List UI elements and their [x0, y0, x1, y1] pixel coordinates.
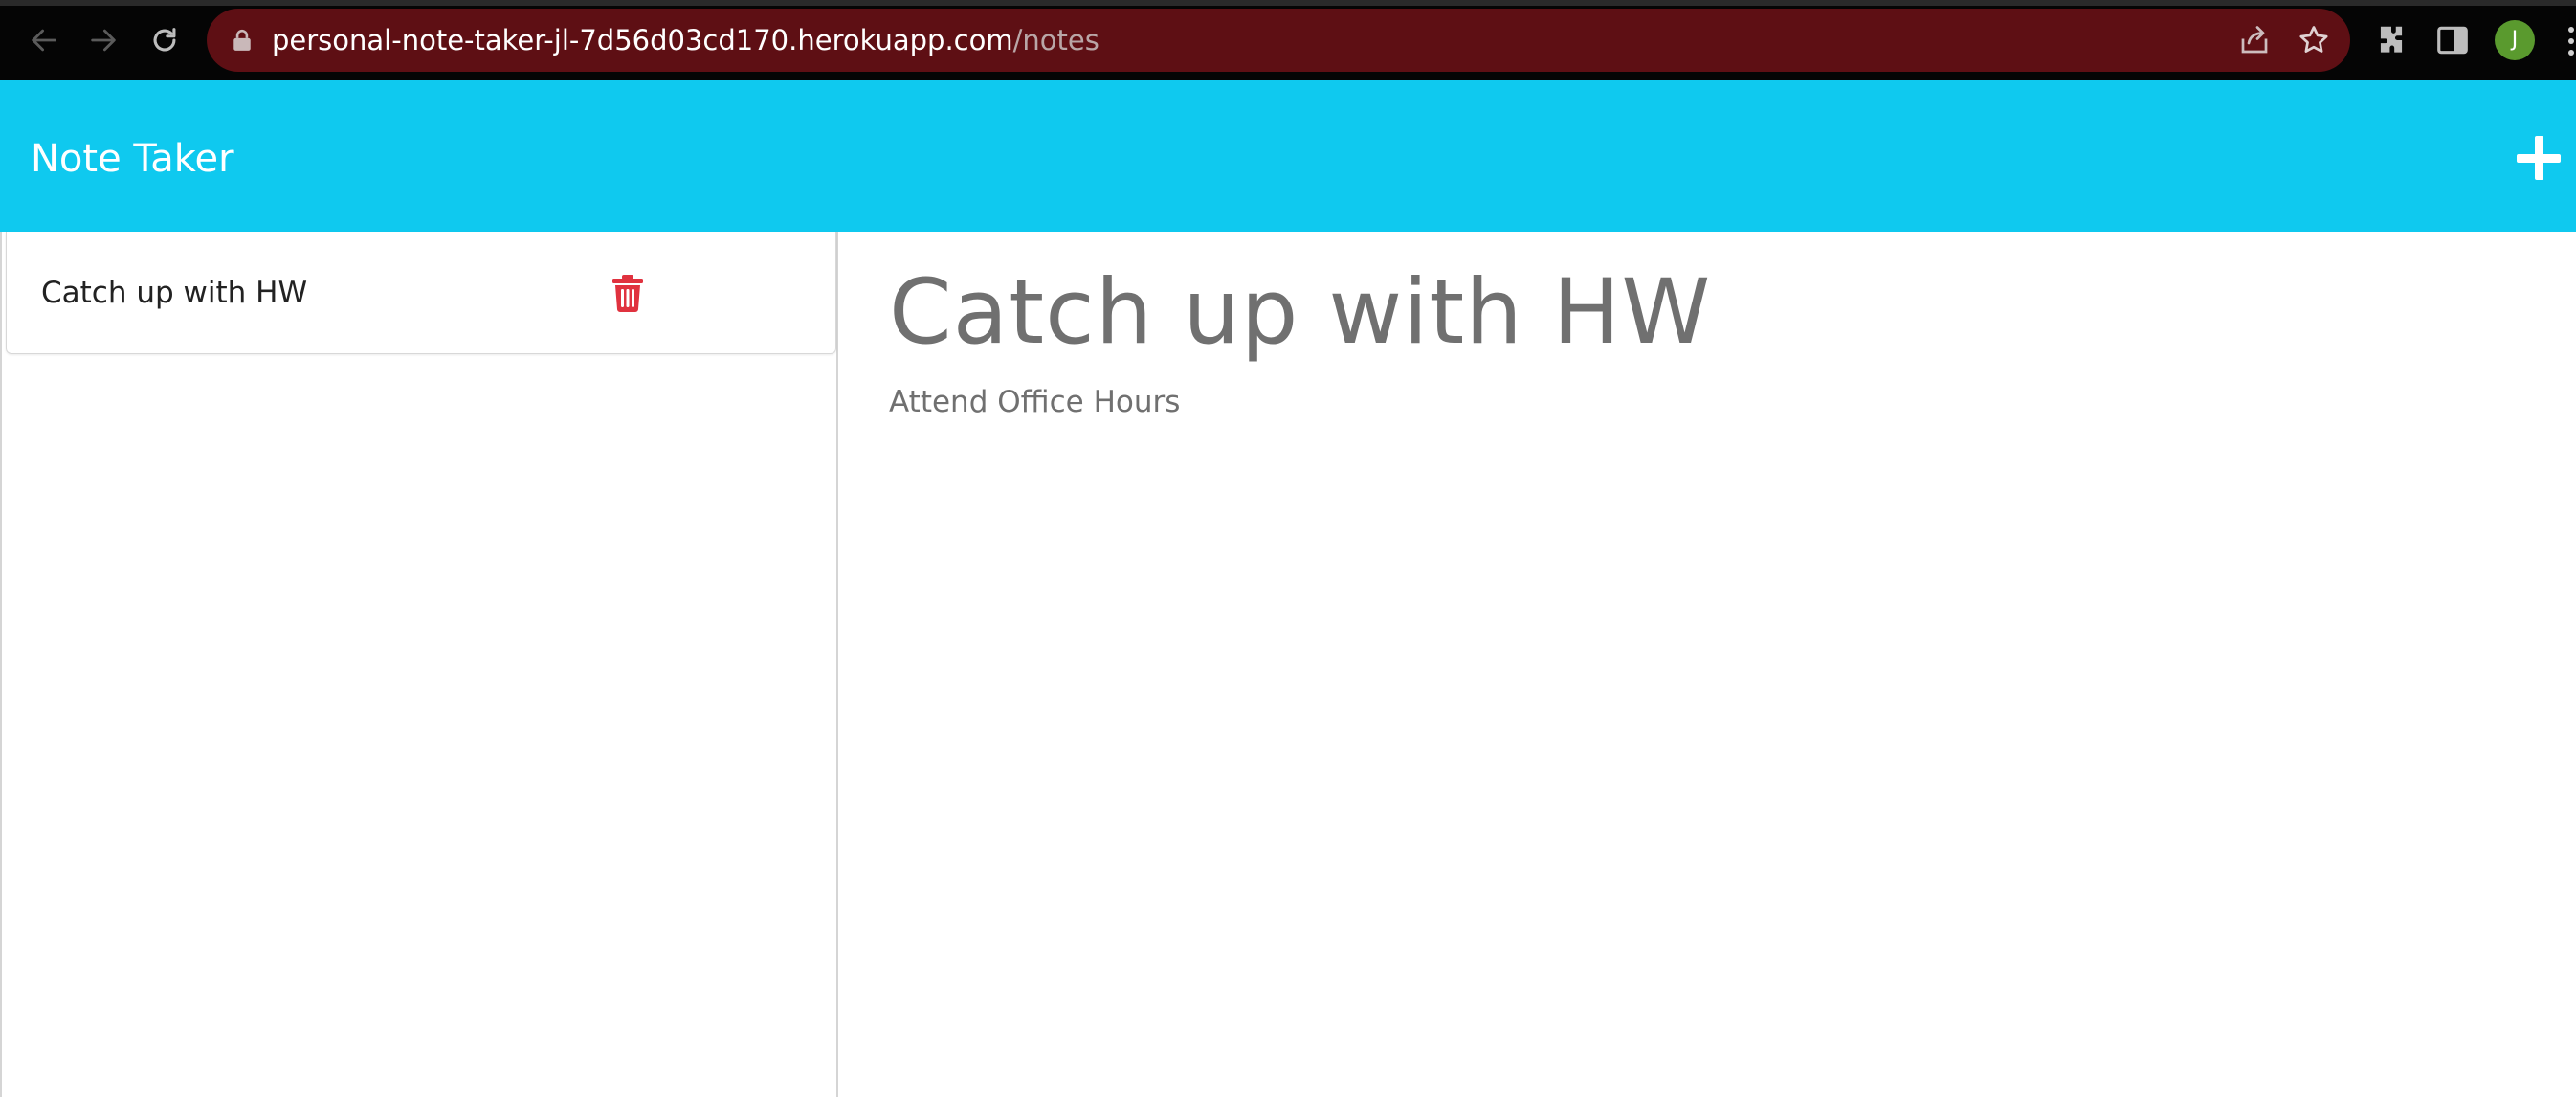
arrow-right-icon	[91, 29, 116, 52]
app-title[interactable]: Note Taker	[31, 80, 234, 232]
puzzle-icon	[2380, 26, 2403, 53]
url-text: personal-note-taker-jl-7d56d03cd170.hero…	[272, 9, 1099, 72]
share-button[interactable]	[2237, 23, 2272, 57]
note-editor: Catch up with HW Attend Office Hours	[839, 232, 2576, 1097]
reload-button[interactable]	[142, 17, 188, 63]
browser-menu-icon[interactable]	[2566, 27, 2576, 56]
plus-icon[interactable]	[2517, 136, 2561, 180]
bookmark-button[interactable]	[2297, 23, 2331, 57]
back-button[interactable]	[21, 17, 67, 63]
reload-icon	[153, 28, 176, 52]
note-title-field[interactable]: Catch up with HW	[889, 260, 1711, 365]
arrow-left-icon	[32, 29, 56, 52]
note-text-field[interactable]: Attend Office Hours	[889, 385, 1180, 419]
note-list-title[interactable]: Catch up with HW	[41, 232, 307, 354]
url-path: /notes	[1012, 24, 1099, 56]
trash-icon[interactable]	[611, 274, 644, 312]
browser-toolbar: personal-note-taker-jl-7d56d03cd170.hero…	[0, 0, 2576, 80]
browser-top-strip	[0, 0, 2576, 6]
lock-icon[interactable]	[232, 29, 253, 52]
profile-avatar[interactable]: J	[2495, 20, 2535, 60]
app-navbar: Note Taker	[0, 80, 2576, 232]
side-panel-icon	[2437, 26, 2468, 55]
address-bar[interactable]: personal-note-taker-jl-7d56d03cd170.hero…	[207, 9, 2350, 72]
share-icon	[2241, 26, 2268, 54]
extensions-button[interactable]	[2373, 22, 2409, 58]
url-host: personal-note-taker-jl-7d56d03cd170.hero…	[272, 24, 1013, 56]
side-panel-button[interactable]	[2434, 22, 2471, 58]
forward-button[interactable]	[80, 17, 126, 63]
list-item[interactable]: Catch up with HW	[6, 232, 836, 354]
note-list: Catch up with HW	[0, 232, 838, 1097]
star-icon	[2299, 26, 2328, 53]
